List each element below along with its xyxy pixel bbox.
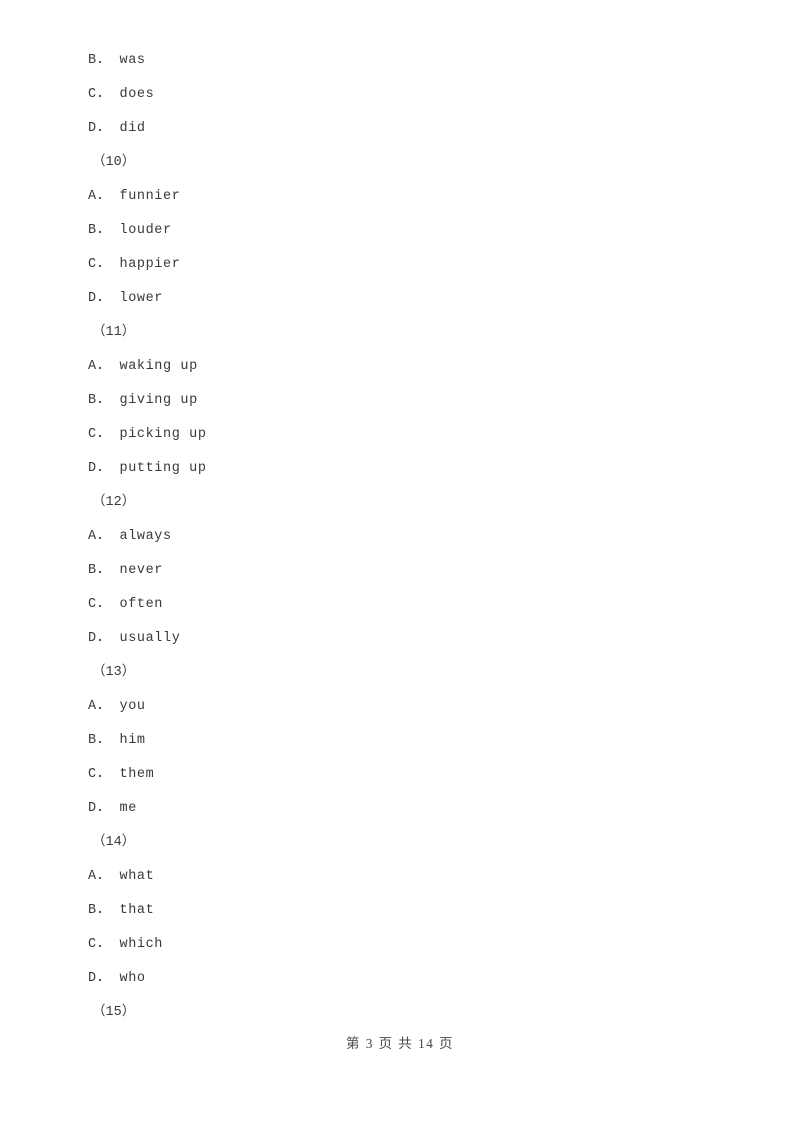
question-number: （15） [92,1005,136,1020]
question-number: （13） [92,665,136,680]
answer-option: C． happier [88,257,181,272]
answer-option: A． waking up [88,359,198,374]
answer-option: B． him [88,733,146,748]
answer-option: D． usually [88,631,181,646]
answer-option: D． lower [88,291,164,306]
answer-option: C． does [88,87,155,102]
answer-option: B． was [88,53,146,68]
question-list: B． was C． does D． did （10） A． funnier B． loud… [88,44,708,1030]
answer-option: B． louder [88,223,172,238]
question-number: （14） [92,835,136,850]
answer-option: B． giving up [88,393,198,408]
question-number: （12） [92,495,136,510]
answer-option: D． putting up [88,461,207,476]
answer-option: C． which [88,937,164,952]
answer-option: D． who [88,971,146,986]
answer-option: C． picking up [88,427,207,442]
answer-option: B． never [88,563,164,578]
answer-option: A． always [88,529,172,544]
document-page: B． was C． does D． did （10） A． funnier B． loud… [0,0,800,1132]
answer-option: C． them [88,767,155,782]
page-footer: 第 3 页 共 14 页 [346,1036,454,1051]
answer-option: D． me [88,801,137,816]
question-number: （10） [92,155,136,170]
answer-option: B． that [88,903,155,918]
answer-option: D． did [88,121,146,136]
question-number: （11） [92,325,136,340]
answer-option: A． you [88,699,146,714]
answer-option: C． often [88,597,164,612]
answer-option: A． what [88,869,155,884]
answer-option: A． funnier [88,189,181,204]
